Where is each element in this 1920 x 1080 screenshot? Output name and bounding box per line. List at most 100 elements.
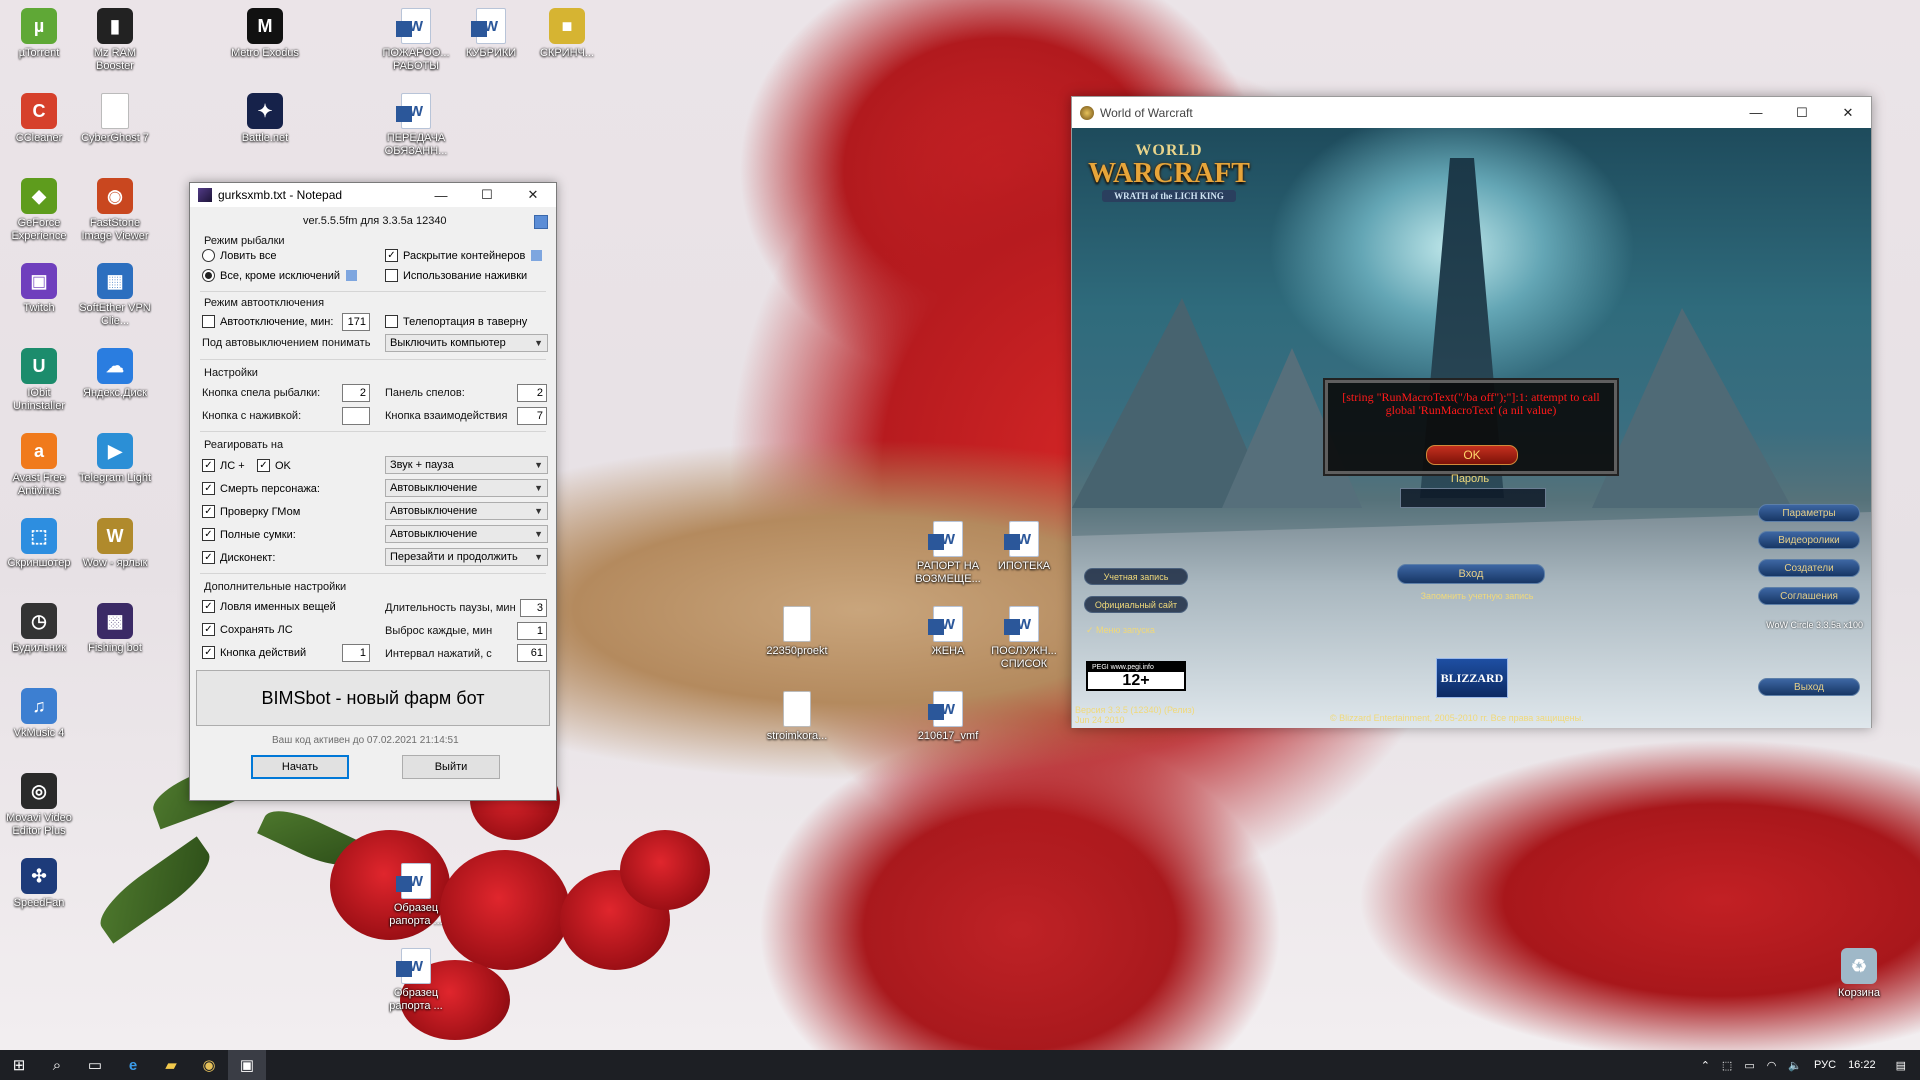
desktop-icon[interactable]: ☁ Яндекс.Диск [76, 348, 154, 400]
battery-icon[interactable]: ▭ [1744, 1059, 1754, 1072]
pm-action-select[interactable]: Звук + пауза ▼ [385, 456, 548, 474]
login-button[interactable]: Вход [1397, 564, 1545, 584]
press-interval-input[interactable]: 61 [517, 644, 547, 662]
file-explorer-icon[interactable]: ▰ [152, 1050, 190, 1080]
spell-button-input[interactable]: 2 [342, 384, 370, 402]
screenshot-tray-icon[interactable]: ⬚ [1722, 1059, 1732, 1072]
checkbox[interactable]: ✓ [202, 482, 215, 495]
password-input[interactable] [1400, 488, 1546, 508]
check-action-button[interactable]: ✓ Кнопка действий [202, 646, 306, 659]
wow-taskbar-icon[interactable]: ◉ [190, 1050, 228, 1080]
edge-icon[interactable]: e [114, 1050, 152, 1080]
minimize-icon[interactable]: — [418, 183, 464, 207]
desktop-icon[interactable]: ▮ Mz RAM Booster [76, 8, 154, 73]
account-link[interactable]: Учетная запись [1084, 568, 1188, 585]
wow-agreements-button[interactable]: Соглашения [1758, 587, 1860, 605]
task-view-icon[interactable]: ▭ [76, 1050, 114, 1080]
wifi-icon[interactable]: ◠ [1767, 1059, 1777, 1072]
desktop-icon[interactable]: W ЖЕНА [909, 606, 987, 658]
bot-taskbar-icon[interactable]: ▣ [228, 1050, 266, 1080]
desktop-icon[interactable]: W 210617_vmf [909, 691, 987, 743]
exit-button[interactable]: Выйти [402, 755, 500, 779]
disconnect-action-select[interactable]: Перезайти и продолжить ▼ [385, 548, 548, 566]
checkbox[interactable]: ✓ [202, 528, 215, 541]
desktop-icon[interactable]: ▩ Fishing bot [76, 603, 154, 655]
volume-icon[interactable]: 🔈 [1788, 1059, 1802, 1072]
desktop-icon[interactable]: ▦ SoftEther VPN Clie... [76, 263, 154, 328]
desktop-icon[interactable]: ◎ Movavi Video Editor Plus [0, 773, 78, 838]
desktop-icon[interactable]: W Wow - ярлык [76, 518, 154, 570]
desktop-icon[interactable]: ♫ VkMusic 4 [0, 688, 78, 740]
desktop-icon[interactable]: ⬚ Скриншотер [0, 518, 78, 570]
desktop-icon[interactable]: W ПЕРЕДАЧА ОБЯЗАНН... [377, 93, 455, 158]
radio-button[interactable] [202, 249, 215, 262]
checkbox[interactable]: ✓ [202, 600, 215, 613]
wow-credits-button[interactable]: Создатели [1758, 559, 1860, 577]
error-ok-button[interactable]: OK [1426, 445, 1518, 465]
desktop-icon[interactable]: W КУБРИКИ [452, 8, 530, 60]
desktop-icon[interactable]: ♻ Корзина [1820, 948, 1898, 1000]
desktop-icon[interactable]: ✦ Battle.net [226, 93, 304, 145]
desktop-icon[interactable]: ▶ Telegram Light [76, 433, 154, 485]
clock[interactable]: 16:22 [1848, 1059, 1876, 1071]
edit-icon[interactable] [531, 250, 543, 261]
close-icon[interactable]: ✕ [1825, 101, 1871, 125]
check-gm[interactable]: ✓ Проверку ГМом [202, 505, 300, 518]
radio-except[interactable]: Все, кроме исключений [202, 269, 358, 282]
desktop-icon[interactable]: W ПОЖАРОО... РАБОТЫ [377, 8, 455, 73]
interact-button-input[interactable]: 7 [517, 407, 547, 425]
bims-banner-button[interactable]: BIMSbot - новый фарм бот [196, 670, 550, 726]
wow-exit-button[interactable]: Выход [1758, 678, 1860, 696]
check-ok[interactable]: ✓ OK [257, 459, 291, 472]
check-pm[interactable]: ✓ ЛС + [202, 459, 245, 472]
notifications-icon[interactable]: ▤ [1896, 1059, 1906, 1072]
auto-off-minutes-input[interactable]: 171 [342, 313, 370, 331]
checkbox[interactable] [202, 315, 215, 328]
check-teleport[interactable]: Телепортация в таверну [385, 315, 527, 328]
desktop-icon[interactable]: 22350proekt [758, 606, 836, 658]
desktop-icon[interactable]: ▣ Twitch [0, 263, 78, 315]
check-auto-off[interactable]: Автоотключение, мин: [202, 315, 333, 328]
wow-parameters-button[interactable]: Параметры [1758, 504, 1860, 522]
auto-off-action-select[interactable]: Выключить компьютер ▼ [385, 334, 548, 352]
desktop-icon[interactable]: W Образец рапорта ... [377, 863, 455, 928]
desktop-icon[interactable]: ■ СКРИНЧ... [528, 8, 606, 60]
desktop-icon[interactable]: ◷ Будильник [0, 603, 78, 655]
chevron-up-icon[interactable]: ⌃ [1701, 1059, 1710, 1072]
wow-titlebar[interactable]: World of Warcraft — ☐ ✕ [1072, 97, 1871, 128]
desktop-icon[interactable]: stroimkora... [758, 691, 836, 743]
desktop-icon[interactable]: a Avast Free Antivirus [0, 433, 78, 498]
desktop-icon[interactable]: U IObit Uninstaller [0, 348, 78, 413]
wow-game-screen[interactable]: WORLD WARCRAFT WRATH of the LICH KING [s… [1072, 128, 1871, 728]
pause-length-stepper[interactable]: 3 [520, 599, 547, 617]
desktop-icon[interactable]: µ µTorrent [0, 8, 78, 60]
desktop-icon[interactable]: ◆ GeForce Experience [0, 178, 78, 243]
checkbox[interactable]: ✓ [202, 623, 215, 636]
check-named-items[interactable]: ✓ Ловля именных вещей [202, 600, 336, 613]
checkbox[interactable]: ✓ [202, 551, 215, 564]
launch-menu-check[interactable]: ✓ Меню запуска [1086, 625, 1155, 636]
desktop-icon[interactable]: M Metro Exodus [226, 8, 304, 60]
close-icon[interactable]: ✕ [510, 183, 556, 207]
maximize-icon[interactable]: ☐ [1779, 101, 1825, 125]
check-disconnect[interactable]: ✓ Дисконект: [202, 551, 275, 564]
start-button[interactable]: Начать [251, 755, 349, 779]
windows-start-icon[interactable]: ⊞ [0, 1050, 38, 1080]
info-icon[interactable] [534, 215, 548, 229]
desktop-icon[interactable]: ✣ SpeedFan [0, 858, 78, 910]
checkbox[interactable]: ✓ [202, 646, 215, 659]
bot-titlebar[interactable]: gurksxmb.txt - Notepad — ☐ ✕ [190, 183, 556, 207]
check-open-containers[interactable]: ✓ Раскрытие контейнеров [385, 249, 543, 262]
wow-cinematics-button[interactable]: Видеоролики [1758, 531, 1860, 549]
language-indicator[interactable]: РУС [1814, 1059, 1836, 1071]
desktop-icon[interactable]: W ПОСЛУЖН... СПИСОК [985, 606, 1063, 671]
check-save-pm[interactable]: ✓ Сохранять ЛС [202, 623, 293, 636]
checkbox[interactable] [385, 315, 398, 328]
check-use-bait[interactable]: Использование наживки [385, 269, 527, 282]
checkbox[interactable]: ✓ [202, 459, 215, 472]
radio-catch-all[interactable]: Ловить все [202, 249, 277, 262]
spell-panel-input[interactable]: 2 [517, 384, 547, 402]
edit-icon[interactable] [346, 270, 358, 281]
check-bags[interactable]: ✓ Полные сумки: [202, 528, 296, 541]
maximize-icon[interactable]: ☐ [464, 183, 510, 207]
